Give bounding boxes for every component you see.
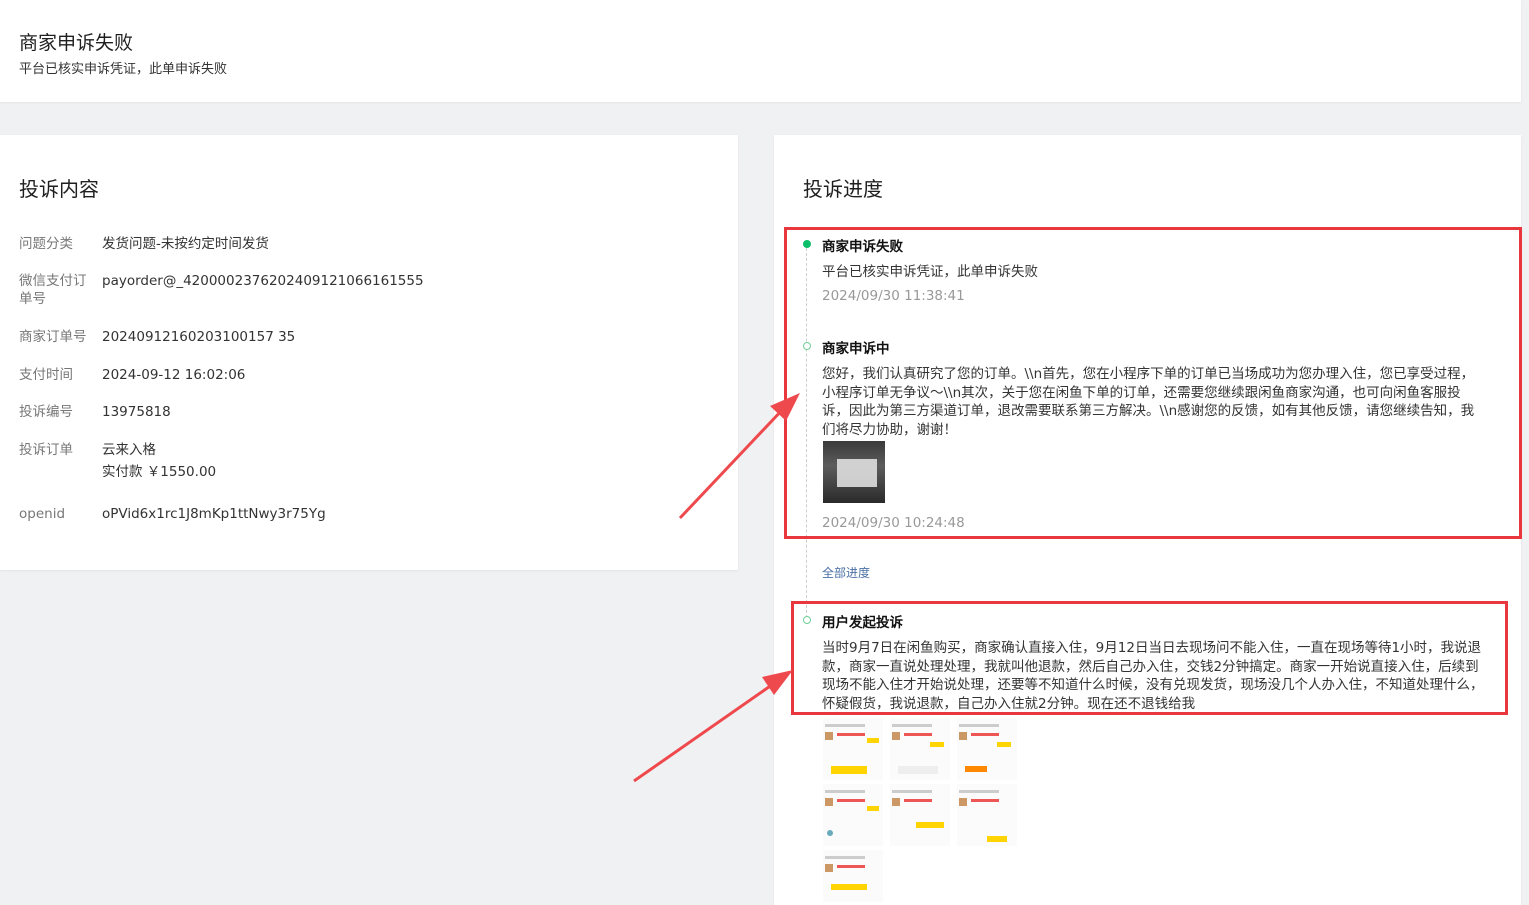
- annotation-arrow-line: [633, 680, 777, 783]
- annotation-arrow-line: [678, 406, 786, 520]
- annotation-arrow-head: [762, 670, 793, 695]
- annotation-arrows: [633, 393, 800, 783]
